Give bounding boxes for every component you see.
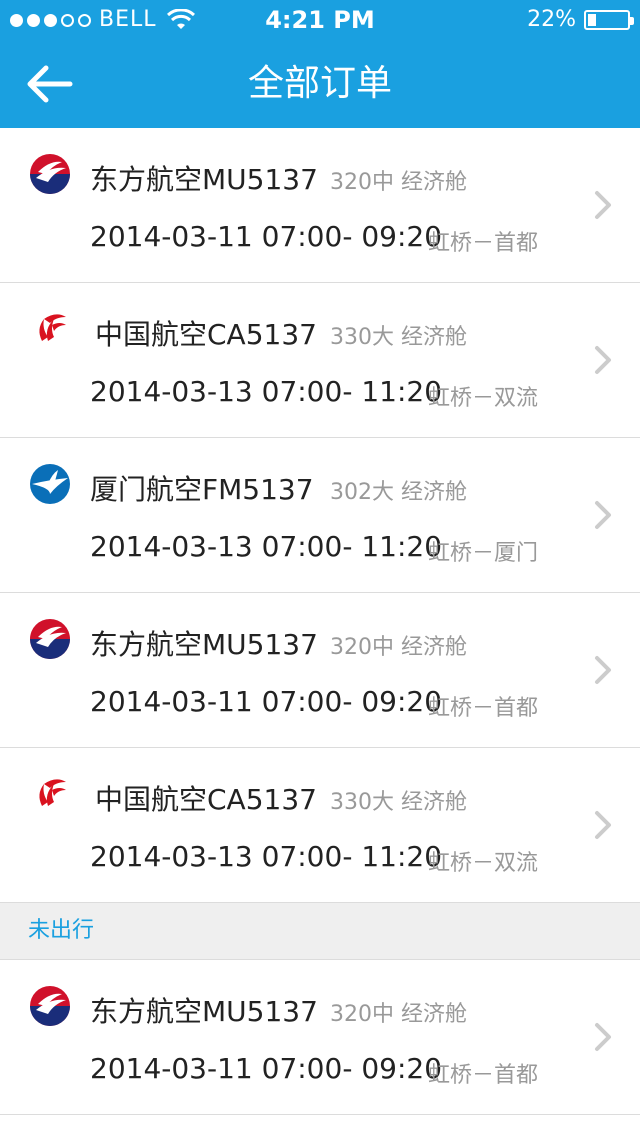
flight-name: 东方航空MU5137 bbox=[90, 163, 318, 196]
section-header-upcoming: 未出行 bbox=[0, 903, 640, 960]
chevron-right-icon bbox=[595, 501, 611, 529]
flight-datetime: 2014-03-13 07:00- 11:20 bbox=[90, 840, 443, 873]
flight-route: 虹桥－厦门 bbox=[428, 541, 539, 566]
flight-route: 虹桥－首都 bbox=[428, 1063, 539, 1088]
flight-name: 中国航空CA5137 bbox=[95, 783, 317, 816]
flight-name: 东方航空MU5137 bbox=[90, 995, 318, 1028]
china-eastern-logo-icon bbox=[30, 619, 70, 659]
flight-route: 虹桥－首都 bbox=[428, 231, 539, 256]
header: BELL 4:21 PM 22% 全部订单 bbox=[0, 0, 640, 128]
aircraft-cabin: 330大 经济舱 bbox=[330, 790, 467, 815]
order-item[interactable]: 中国航空CA5137 330大 经济舱 2014-03-13 07:00- 11:2… bbox=[0, 283, 640, 438]
flight-name: 中国航空CA5137 bbox=[95, 318, 317, 351]
chevron-right-icon bbox=[595, 1023, 611, 1051]
chevron-right-icon bbox=[595, 656, 611, 684]
china-eastern-logo-icon bbox=[30, 986, 70, 1026]
battery-percent: 22% bbox=[527, 7, 576, 32]
air-china-logo-icon bbox=[39, 779, 66, 806]
aircraft-cabin: 320中 经济舱 bbox=[330, 170, 467, 195]
flight-route: 虹桥－首都 bbox=[428, 696, 539, 721]
flight-datetime: 2014-03-11 07:00- 09:20 bbox=[90, 685, 443, 718]
order-item[interactable]: 中国航空CA5137 330大 经济舱 2014-03-13 07:00- 11:2… bbox=[0, 748, 640, 903]
flight-datetime: 2014-03-11 07:00- 09:20 bbox=[90, 220, 443, 253]
chevron-right-icon bbox=[595, 811, 611, 839]
status-right: 22% bbox=[527, 0, 634, 40]
flight-datetime: 2014-03-11 07:00- 09:20 bbox=[90, 1052, 443, 1085]
battery-icon bbox=[584, 10, 634, 30]
china-eastern-logo-icon bbox=[30, 154, 70, 194]
flight-datetime: 2014-03-13 07:00- 11:20 bbox=[90, 530, 443, 563]
page-title: 全部订单 bbox=[247, 63, 392, 104]
flight-route: 虹桥－双流 bbox=[428, 851, 539, 876]
aircraft-cabin: 320中 经济舱 bbox=[330, 635, 467, 660]
chevron-right-icon bbox=[595, 191, 611, 219]
flight-name: 厦门航空FM5137 bbox=[90, 473, 314, 506]
aircraft-cabin: 320中 经济舱 bbox=[330, 1002, 467, 1027]
flight-name: 东方航空MU5137 bbox=[90, 628, 318, 661]
air-china-logo-icon bbox=[39, 314, 66, 341]
order-item[interactable]: 厦门航空FM5137 302大 经济舱 2014-03-13 07:00- 11:2… bbox=[0, 438, 640, 593]
order-list: 东方航空MU5137 320中 经济舱 2014-03-11 07:00- 09:2… bbox=[0, 128, 640, 1115]
xiamen-airlines-logo-icon bbox=[30, 464, 70, 504]
order-item[interactable]: 东方航空MU5137 320中 经济舱 2014-03-11 07:00- 09:2… bbox=[0, 128, 640, 283]
status-bar: BELL 4:21 PM 22% bbox=[0, 0, 640, 40]
order-item[interactable]: 东方航空MU5137 320中 经济舱 2014-03-11 07:00- 09:2… bbox=[0, 960, 640, 1115]
flight-route: 虹桥－双流 bbox=[428, 386, 539, 411]
chevron-right-icon bbox=[595, 346, 611, 374]
navigation-bar: 全部订单 bbox=[0, 40, 640, 128]
aircraft-cabin: 302大 经济舱 bbox=[330, 480, 467, 505]
aircraft-cabin: 330大 经济舱 bbox=[330, 325, 467, 350]
flight-datetime: 2014-03-13 07:00- 11:20 bbox=[90, 375, 443, 408]
order-item[interactable]: 东方航空MU5137 320中 经济舱 2014-03-11 07:00- 09:2… bbox=[0, 593, 640, 748]
